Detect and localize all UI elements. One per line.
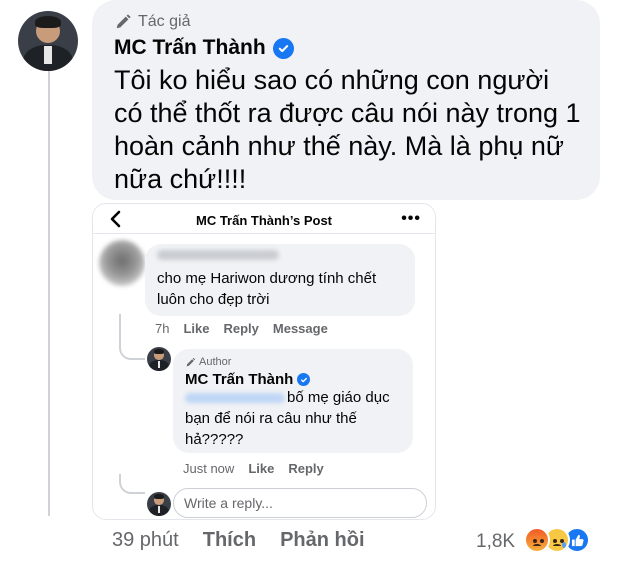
comment-text: Tôi ko hiểu sao có những con người có th…: [114, 65, 581, 194]
comment1-message-button[interactable]: Message: [273, 321, 328, 336]
reply-time: Just now: [183, 461, 235, 476]
current-user-avatar: [147, 492, 171, 516]
comment1-time: 7h: [155, 321, 170, 336]
write-reply-input[interactable]: [173, 488, 427, 518]
comment-time: 39 phút: [112, 529, 179, 551]
reply-like-button[interactable]: Like: [248, 461, 274, 476]
comment1-text: cho mẹ Hariwon dương tính chết luôn cho …: [157, 270, 377, 308]
embedded-screenshot: MC Trấn Thành’s Post ••• cho mẹ Hariwon …: [92, 203, 436, 520]
author-badge: Tác giả: [114, 13, 190, 31]
thread-line: [48, 66, 50, 516]
author-avatar[interactable]: [18, 11, 78, 71]
reply-badge-label: Author: [199, 356, 232, 368]
comment1-actions: 7h Like Reply Message: [155, 321, 328, 336]
reaction-count[interactable]: 1,8K: [476, 531, 515, 553]
pen-icon: [186, 357, 196, 366]
reply-author-name-text[interactable]: MC Trấn Thành: [185, 371, 293, 388]
verified-icon: [297, 373, 311, 386]
verified-icon: [272, 37, 294, 59]
author-badge-label: Tác giả: [138, 13, 191, 30]
comment-actions: 39 phút Thích Phản hồi: [112, 529, 389, 552]
blurred-commenter-avatar: [99, 240, 145, 286]
comment1-reply-button[interactable]: Reply: [223, 321, 258, 336]
reactions-summary[interactable]: [524, 527, 604, 555]
angry-icon: [524, 527, 550, 553]
reply-text: bố mẹ giáo dục bạn để nói ra câu như thế…: [185, 389, 390, 448]
pen-icon: [116, 14, 131, 29]
reply-author-name[interactable]: MC Trấn Thành: [185, 371, 311, 388]
screenshot-title: MC Trấn Thành’s Post: [195, 213, 333, 228]
comment-author-name[interactable]: MC Trấn Thành: [114, 36, 294, 60]
like-button[interactable]: Thích: [203, 529, 256, 552]
reply-reply-button[interactable]: Reply: [288, 461, 323, 476]
more-options-icon[interactable]: •••: [401, 210, 421, 228]
reply-author-avatar[interactable]: [147, 347, 171, 371]
reply-connector-2: [119, 474, 145, 494]
reply-author-badge: Author: [185, 356, 231, 368]
reply-connector: [119, 314, 145, 360]
blurred-commenter-name: [157, 250, 279, 260]
reply-actions: Just now Like Reply: [183, 461, 324, 476]
reply-button[interactable]: Phản hồi: [280, 529, 364, 552]
screenshot-header: MC Trấn Thành’s Post •••: [93, 204, 435, 234]
comment1-like-button[interactable]: Like: [183, 321, 209, 336]
author-name-text[interactable]: MC Trấn Thành: [114, 36, 266, 60]
